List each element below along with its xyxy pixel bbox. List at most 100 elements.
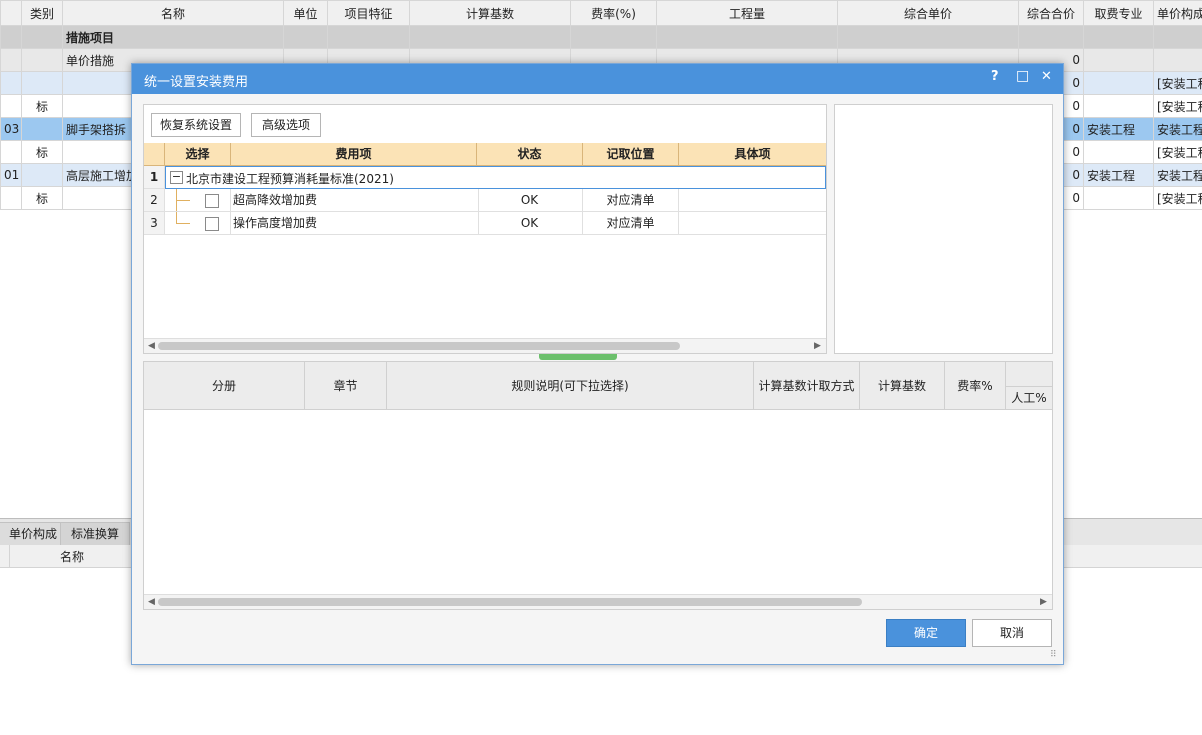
row-code[interactable] [0, 140, 22, 164]
rules-header-rate[interactable]: 费率% [945, 362, 1006, 410]
header-spec[interactable]: 项目特征 [327, 0, 410, 26]
scroll-right-icon[interactable]: ▶ [1040, 595, 1047, 609]
row-unit-comp[interactable]: [安装工程 [1153, 140, 1202, 164]
row-type[interactable]: 标 [21, 186, 63, 210]
row-code[interactable] [0, 71, 22, 95]
header-code[interactable] [0, 0, 22, 26]
help-icon[interactable]: ? [991, 69, 999, 84]
row-total[interactable] [1018, 25, 1084, 49]
header-unit-comp[interactable]: 单价构成 [1153, 0, 1202, 26]
row-code[interactable]: 03 [0, 117, 22, 141]
fee-item-name: 超高降效增加费 [231, 189, 479, 212]
row-qty[interactable] [656, 25, 838, 49]
row-fee-spec[interactable] [1083, 71, 1154, 95]
header-total[interactable]: 综合合价 [1018, 0, 1084, 26]
header-type[interactable]: 类别 [21, 0, 63, 26]
row-type[interactable] [21, 25, 63, 49]
row-unit-comp[interactable]: 安装工程 [1153, 163, 1202, 187]
rules-header-volume[interactable]: 分册 [144, 362, 305, 410]
row-code[interactable] [0, 25, 22, 49]
table-row[interactable]: 措施项目 [0, 25, 1202, 49]
row-fee-spec[interactable]: 安装工程 [1083, 117, 1154, 141]
rules-header-base-method[interactable]: 计算基数计取方式 [754, 362, 860, 410]
header-unit-price[interactable]: 综合单价 [837, 0, 1019, 26]
row-type[interactable]: 标 [21, 94, 63, 118]
row-unit-comp[interactable] [1153, 25, 1202, 49]
scroll-left-icon[interactable]: ◀ [148, 339, 155, 353]
row-rate[interactable] [570, 25, 657, 49]
rules-header-base[interactable]: 计算基数 [860, 362, 945, 410]
row-unit-price[interactable] [837, 25, 1019, 49]
row-code[interactable] [0, 48, 22, 72]
header-fee-spec[interactable]: 取费专业 [1083, 0, 1154, 26]
table-row[interactable]: 3 操作高度增加费 OK 对应清单 [144, 212, 826, 235]
header-unit[interactable]: 单位 [283, 0, 328, 26]
select-checkbox[interactable] [205, 194, 219, 208]
fee-item-detail[interactable] [679, 189, 826, 212]
table-row[interactable]: 2 超高降效增加费 OK 对应清单 [144, 189, 826, 212]
row-unit[interactable] [283, 25, 328, 49]
select-checkbox[interactable] [205, 217, 219, 231]
row-unit-comp[interactable]: [安装工程 [1153, 71, 1202, 95]
tab-unit-price-composition[interactable]: 单价构成 [0, 522, 69, 546]
horizontal-scrollbar[interactable]: ◀ ▶ [144, 338, 826, 353]
grid-header-position[interactable]: 记取位置 [583, 143, 679, 166]
row-type[interactable] [21, 48, 63, 72]
advanced-options-button[interactable]: 高级选项 [251, 113, 321, 137]
scroll-thumb[interactable] [158, 598, 862, 606]
restore-defaults-button[interactable]: 恢复系统设置 [151, 113, 241, 137]
scroll-left-icon[interactable]: ◀ [148, 595, 155, 609]
table-row[interactable]: 1 − 北京市建设工程预算消耗量标准(2021) [144, 166, 826, 189]
row-code[interactable] [0, 94, 22, 118]
row-type[interactable] [21, 71, 63, 95]
scroll-right-icon[interactable]: ▶ [814, 339, 821, 353]
resize-grip-icon[interactable]: ⠿ [1050, 650, 1057, 660]
fee-item-position[interactable]: 对应清单 [583, 212, 679, 235]
close-icon[interactable]: ✕ [1041, 69, 1052, 84]
rules-header-chapter[interactable]: 章节 [305, 362, 387, 410]
install-fee-dialog: 统一设置安装费用 ? □ ✕ 恢复系统设置 高级选项 选择 费用项 状态 记取位… [131, 63, 1064, 665]
grid-header-fee-item[interactable]: 费用项 [231, 143, 477, 166]
rules-header-description[interactable]: 规则说明(可下拉选择) [387, 362, 754, 410]
fee-item-detail[interactable] [679, 212, 826, 235]
grid-header-select[interactable]: 选择 [165, 143, 231, 166]
row-unit-comp[interactable]: [安装工程 [1153, 186, 1202, 210]
tab-standard-conversion[interactable]: 标准换算 [60, 522, 131, 546]
row-name[interactable]: 措施项目 [62, 25, 284, 49]
rules-horizontal-scrollbar[interactable]: ◀ ▶ [144, 594, 1052, 609]
row-fee-spec[interactable] [1083, 140, 1154, 164]
splitter-handle[interactable] [539, 354, 617, 360]
row-fee-spec[interactable]: 安装工程 [1083, 163, 1154, 187]
dialog-title-bar[interactable]: 统一设置安装费用 ? □ ✕ [132, 64, 1063, 94]
grid-header-detail[interactable]: 具体项 [679, 143, 826, 166]
header-base[interactable]: 计算基数 [409, 0, 571, 26]
confirm-button[interactable]: 确定 [886, 619, 966, 647]
scroll-thumb[interactable] [158, 342, 680, 350]
row-unit-comp[interactable]: [安装工程 [1153, 94, 1202, 118]
fee-item-position[interactable]: 对应清单 [583, 189, 679, 212]
row-spec[interactable] [327, 25, 410, 49]
cancel-button[interactable]: 取消 [972, 619, 1052, 647]
row-type[interactable] [21, 163, 63, 187]
header-name[interactable]: 名称 [62, 0, 284, 26]
row-type[interactable] [21, 117, 63, 141]
header-rate[interactable]: 费率(%) [570, 0, 657, 26]
row-number: 2 [144, 189, 165, 212]
row-code[interactable]: 01 [0, 163, 22, 187]
row-fee-spec[interactable] [1083, 186, 1154, 210]
dialog-title: 统一设置安装费用 [144, 75, 249, 90]
grid-header-status[interactable]: 状态 [477, 143, 583, 166]
header-qty[interactable]: 工程量 [656, 0, 838, 26]
fee-items-grid: 选择 费用项 状态 记取位置 具体项 1 − 北京市建设工程预算消耗量标准(20… [144, 143, 826, 339]
row-fee-spec[interactable] [1083, 48, 1154, 72]
row-unit-comp[interactable]: 安装工程 [1153, 117, 1202, 141]
row-unit-comp[interactable] [1153, 48, 1202, 72]
rules-header-labor[interactable]: 人工% [1006, 386, 1052, 410]
row-type[interactable]: 标 [21, 140, 63, 164]
maximize-icon[interactable]: □ [1016, 68, 1029, 84]
row-fee-spec[interactable] [1083, 25, 1154, 49]
collapse-icon[interactable]: − [170, 171, 183, 184]
row-base[interactable] [409, 25, 571, 49]
row-code[interactable] [0, 186, 22, 210]
row-fee-spec[interactable] [1083, 94, 1154, 118]
